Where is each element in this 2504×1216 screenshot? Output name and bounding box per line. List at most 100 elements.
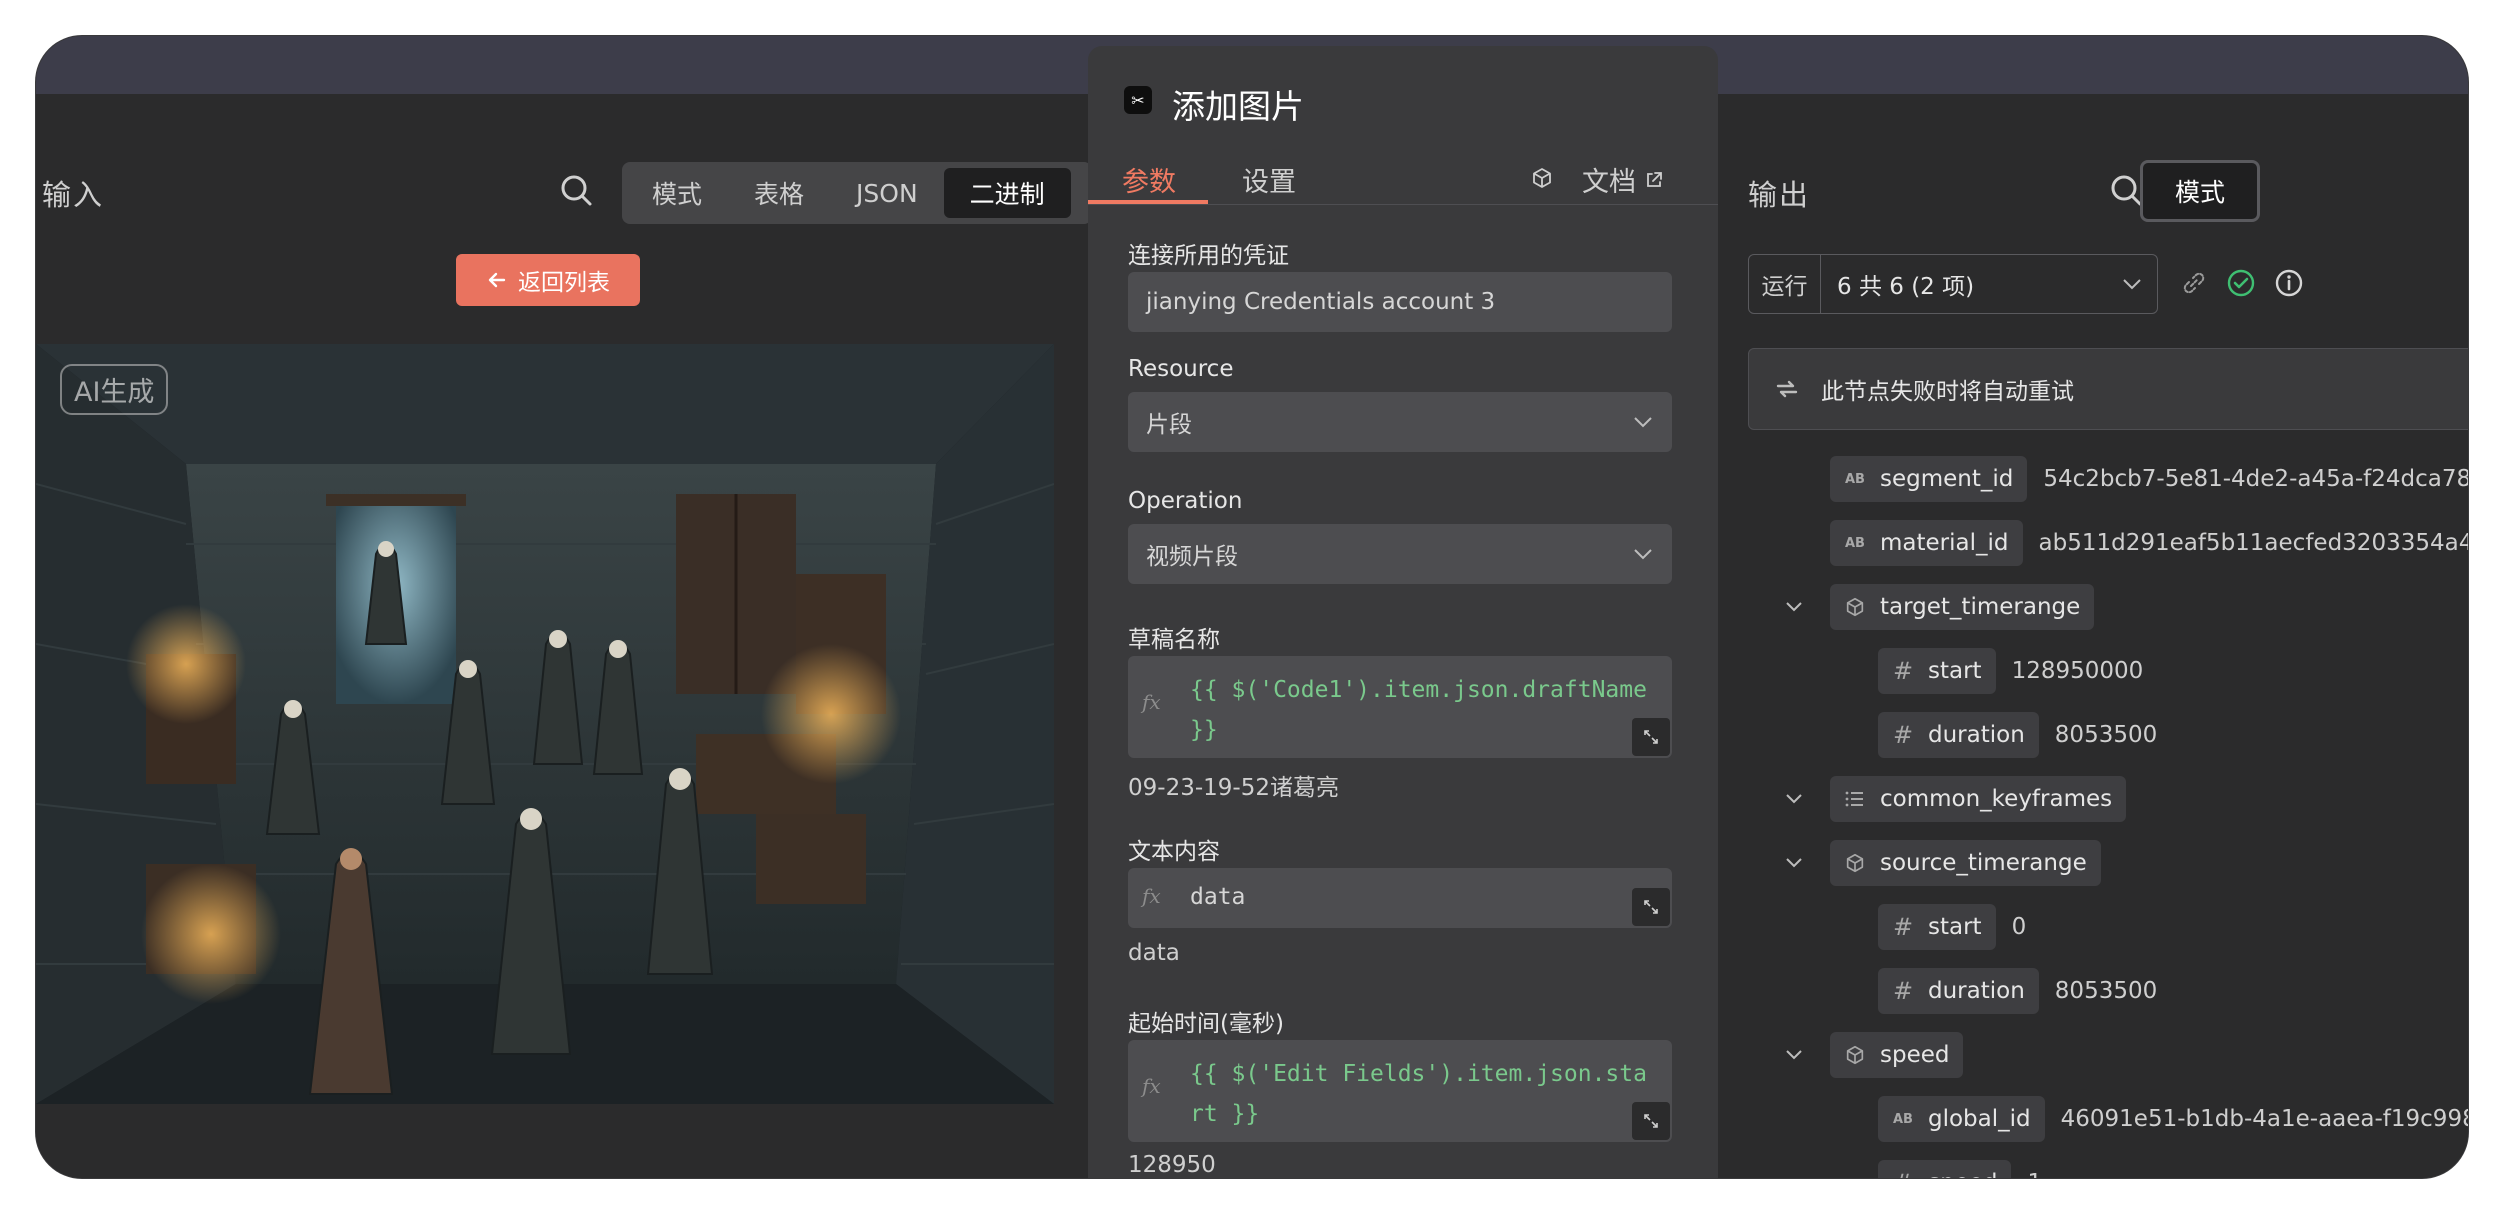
view-mode-binary[interactable]: 二进制	[943, 168, 1071, 218]
arrow-left-icon	[488, 272, 506, 288]
tree-value: 54c2bcb7-5e81-4de2-a45a-f24dca78a	[2043, 466, 2468, 492]
tree-row-speed-value: # speed 1	[1878, 1160, 2042, 1178]
active-tab-indicator	[1088, 200, 1208, 204]
text-content-result: data	[1128, 940, 1180, 966]
tree-key: speed	[1880, 1042, 1950, 1068]
credential-label: 连接所用的凭证	[1128, 243, 1289, 269]
docs-link[interactable]: 文档	[1582, 160, 1664, 199]
expand-editor-icon[interactable]	[1632, 718, 1670, 756]
info-icon[interactable]	[2274, 268, 2304, 298]
chevron-down-icon[interactable]	[1784, 1049, 1814, 1061]
tree-key-chip[interactable]: speed	[1830, 1032, 1964, 1078]
operation-value: 视频片段	[1146, 544, 1238, 570]
tree-key: start	[1928, 658, 1982, 684]
tree-key: common_keyframes	[1880, 786, 2113, 812]
tree-value: 46091e51-b1db-4a1e-aaea-f19c99840	[2060, 1106, 2468, 1132]
tree-key-chip[interactable]: AB material_id	[1830, 520, 2023, 566]
fx-icon: fx	[1142, 884, 1161, 908]
docs-label: 文档	[1582, 167, 1636, 198]
input-panel-title: 输入	[42, 178, 105, 212]
fx-icon: fx	[1142, 1074, 1161, 1098]
tree-key: duration	[1928, 978, 2025, 1004]
expand-editor-icon[interactable]	[1632, 888, 1670, 926]
start-time-expression-input[interactable]: fx {{ $('Edit Fields').item.json.start }…	[1128, 1040, 1672, 1142]
number-type-icon: #	[1892, 721, 1914, 749]
chevron-down-icon[interactable]	[1784, 601, 1814, 613]
node-title: 添加图片	[1172, 87, 1304, 126]
number-type-icon: #	[1892, 1169, 1914, 1178]
tree-key-chip[interactable]: # duration	[1878, 712, 2039, 758]
tab-settings[interactable]: 设置	[1242, 160, 1296, 199]
link-icon[interactable]	[2180, 269, 2208, 297]
text-content-expression-input[interactable]: fx data	[1128, 868, 1672, 928]
tree-key-chip[interactable]: # start	[1878, 648, 1996, 694]
number-type-icon: #	[1892, 977, 1914, 1005]
input-panel: 输入 模式 表格 JSON 二进制 返回列表 AI生成	[36, 94, 1092, 1178]
list-type-icon	[1845, 791, 1863, 807]
run-value: 6 共 6 (2 项)	[1837, 274, 1975, 300]
run-label: 运行	[1749, 255, 1821, 313]
chevron-down-icon	[1634, 549, 1652, 560]
number-type-icon: #	[1892, 913, 1914, 941]
search-icon[interactable]	[556, 170, 598, 212]
number-type-icon: #	[1892, 657, 1914, 685]
tree-key: target_timerange	[1880, 594, 2081, 620]
tree-key: segment_id	[1880, 466, 2014, 492]
string-type-icon: AB	[1893, 1111, 1913, 1127]
tree-key-chip[interactable]: AB global_id	[1878, 1096, 2045, 1142]
start-time-result: 128950	[1128, 1152, 1216, 1178]
tree-key-chip[interactable]: source_timerange	[1830, 840, 2101, 886]
binary-image-preview: AI生成	[36, 344, 1054, 1104]
tree-key: speed	[1928, 1170, 1997, 1178]
output-mode-button[interactable]: 模式	[2140, 160, 2260, 222]
tree-row-common-keyframes: common_keyframes	[1784, 776, 2127, 822]
expand-editor-icon[interactable]	[1632, 1102, 1670, 1140]
tree-row-material-id: AB material_id ab511d291eaf5b11aecfed320…	[1830, 520, 2468, 566]
tree-row-source-duration: # duration 8053500	[1878, 968, 2157, 1014]
tree-key-chip[interactable]: # duration	[1878, 968, 2039, 1014]
run-selector[interactable]: 运行 6 共 6 (2 项)	[1748, 254, 2158, 314]
object-type-icon	[1846, 597, 1864, 617]
tree-value: 0	[2011, 914, 2027, 940]
draft-name-expression-input[interactable]: fx {{ $('Code1').item.json.draftName }}	[1128, 656, 1672, 758]
app-window: 输入 模式 表格 JSON 二进制 返回列表 AI生成 ✂ 添加图片 参数 设置…	[36, 36, 2468, 1178]
string-type-icon: AB	[1845, 535, 1865, 551]
tree-row-segment-id: AB segment_id 54c2bcb7-5e81-4de2-a45a-f2…	[1830, 456, 2468, 502]
tree-key-chip[interactable]: # start	[1878, 904, 1996, 950]
tree-value: 8053500	[2054, 978, 2158, 1004]
back-to-list-button[interactable]: 返回列表	[456, 254, 640, 306]
tree-row-global-id: AB global_id 46091e51-b1db-4a1e-aaea-f19…	[1878, 1096, 2468, 1142]
cube-icon[interactable]	[1530, 166, 1554, 194]
tree-key: material_id	[1880, 530, 2009, 556]
credential-select[interactable]: jianying Credentials account 3	[1128, 272, 1672, 332]
retry-icon	[1776, 380, 1798, 398]
tree-key: duration	[1928, 722, 2025, 748]
view-mode-table[interactable]: 表格	[728, 168, 830, 218]
tree-key-chip[interactable]: AB segment_id	[1830, 456, 2028, 502]
tree-row-target-timerange: target_timerange	[1784, 584, 2095, 630]
chevron-down-icon[interactable]	[1784, 857, 1814, 869]
view-mode-json[interactable]: JSON	[830, 168, 944, 218]
fx-icon: fx	[1142, 690, 1161, 714]
tree-key: source_timerange	[1880, 850, 2087, 876]
text-content-label: 文本内容	[1128, 839, 1220, 865]
string-type-icon: AB	[1845, 471, 1865, 487]
tree-key-chip[interactable]: common_keyframes	[1830, 776, 2127, 822]
capcut-node-icon: ✂	[1124, 86, 1152, 114]
tree-key-chip[interactable]: # speed	[1878, 1160, 2012, 1178]
resource-select[interactable]: 片段	[1128, 392, 1672, 452]
tree-row-speed: speed	[1784, 1032, 1964, 1078]
tab-parameters[interactable]: 参数	[1122, 160, 1176, 199]
draft-name-label: 草稿名称	[1128, 627, 1220, 653]
back-button-label: 返回列表	[518, 270, 610, 296]
chevron-down-icon[interactable]	[1784, 793, 1814, 805]
tree-row-target-duration: # duration 8053500	[1878, 712, 2157, 758]
tree-key-chip[interactable]: target_timerange	[1830, 584, 2095, 630]
view-mode-schema[interactable]: 模式	[626, 168, 728, 218]
tree-value: 128950000	[2011, 658, 2144, 684]
node-parameters-panel: ✂ 添加图片 参数 设置 文档 连接所用的凭证 jianying Credent…	[1088, 46, 1718, 1178]
run-status-icons	[2180, 268, 2304, 298]
view-mode-switcher: 模式 表格 JSON 二进制	[622, 162, 1092, 224]
chevron-down-icon	[2107, 277, 2157, 291]
operation-select[interactable]: 视频片段	[1128, 524, 1672, 584]
